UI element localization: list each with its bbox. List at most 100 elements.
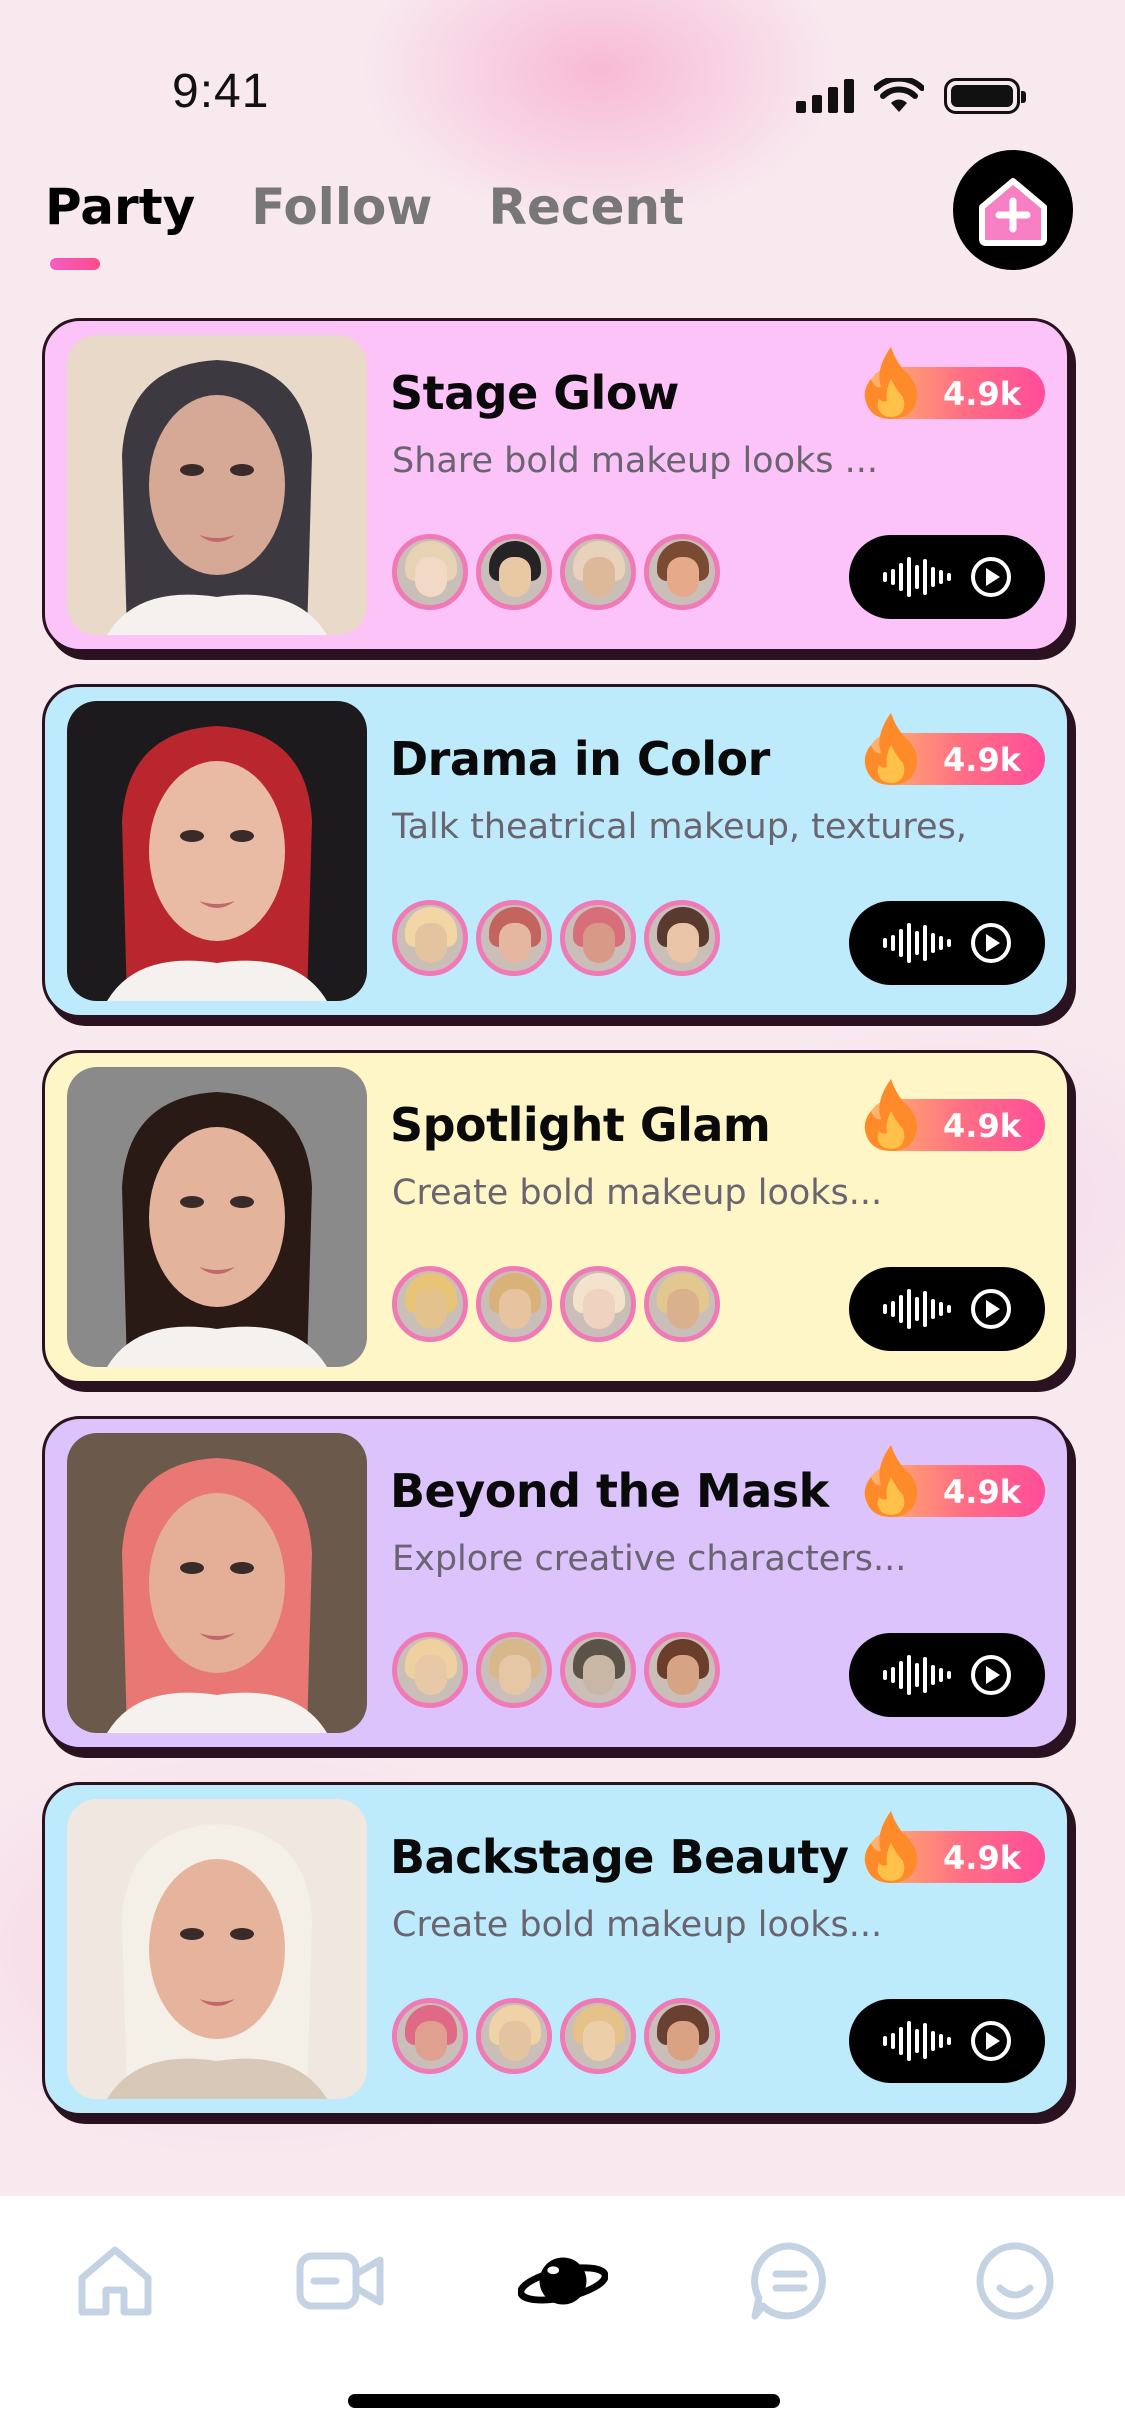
play-icon xyxy=(971,923,1011,963)
status-time: 9:41 xyxy=(172,65,270,118)
listener-count-badge: 4.9k xyxy=(864,1445,1045,1517)
listener-count-badge: 4.9k xyxy=(864,1079,1045,1151)
status-icons xyxy=(796,78,1026,114)
room-cover-photo xyxy=(67,1067,367,1367)
play-icon xyxy=(971,557,1011,597)
listener-count-badge: 4.9k xyxy=(864,347,1045,419)
room-members xyxy=(392,1632,720,1708)
member-avatar[interactable] xyxy=(560,1632,636,1708)
room-cover-photo xyxy=(67,1799,367,2099)
tab-party[interactable]: Party xyxy=(45,178,195,236)
member-avatar[interactable] xyxy=(476,534,552,610)
video-camera-icon xyxy=(296,2252,384,2310)
fire-icon xyxy=(864,1079,917,1151)
tab-profile[interactable] xyxy=(970,2236,1060,2326)
member-avatar[interactable] xyxy=(476,1266,552,1342)
room-card[interactable]: Backstage Beauty Create bold makeup look… xyxy=(42,1782,1070,2116)
listener-count: 4.9k xyxy=(943,1107,1021,1145)
member-avatar[interactable] xyxy=(392,1998,468,2074)
room-card[interactable]: Drama in Color Talk theatrical makeup, t… xyxy=(42,684,1070,1018)
listener-count: 4.9k xyxy=(943,1473,1021,1511)
listen-button[interactable] xyxy=(849,1267,1045,1351)
room-title: Stage Glow xyxy=(390,366,679,420)
room-cover-photo xyxy=(67,335,367,635)
audio-wave-icon xyxy=(883,923,951,963)
room-cover-photo xyxy=(67,701,367,1001)
fire-icon xyxy=(864,1811,917,1883)
room-members xyxy=(392,1266,720,1342)
member-avatar[interactable] xyxy=(476,900,552,976)
room-description: Create bold makeup looks... xyxy=(392,1173,883,1213)
room-description: Create bold makeup looks... xyxy=(392,1905,883,1945)
play-icon xyxy=(971,1655,1011,1695)
play-icon xyxy=(971,1289,1011,1329)
room-title: Beyond the Mask xyxy=(390,1464,829,1518)
room-title: Spotlight Glam xyxy=(390,1098,771,1152)
room-description: Share bold makeup looks ... xyxy=(392,441,879,481)
listener-count: 4.9k xyxy=(943,375,1021,413)
cellular-signal-icon xyxy=(796,79,854,113)
member-avatar[interactable] xyxy=(644,1266,720,1342)
status-bar: 9:41 xyxy=(0,0,1125,150)
listen-button[interactable] xyxy=(849,901,1045,985)
fire-icon xyxy=(864,347,917,419)
play-icon xyxy=(971,2021,1011,2061)
member-avatar[interactable] xyxy=(476,1998,552,2074)
fire-icon xyxy=(864,713,917,785)
member-avatar[interactable] xyxy=(644,900,720,976)
wifi-icon xyxy=(874,78,924,112)
room-members xyxy=(392,900,720,976)
home-plus-icon xyxy=(979,178,1047,246)
room-title: Backstage Beauty xyxy=(390,1830,849,1884)
audio-wave-icon xyxy=(883,1289,951,1329)
tab-follow[interactable]: Follow xyxy=(251,178,432,236)
member-avatar[interactable] xyxy=(560,1998,636,2074)
smiley-icon xyxy=(976,2242,1054,2320)
feed-tabs: Party Follow Recent xyxy=(45,178,684,236)
room-members xyxy=(392,1998,720,2074)
tab-home[interactable] xyxy=(70,2236,160,2326)
listener-count: 4.9k xyxy=(943,741,1021,779)
room-description: Talk theatrical makeup, textures, xyxy=(392,807,967,847)
member-avatar[interactable] xyxy=(392,1266,468,1342)
room-description: Explore creative characters... xyxy=(392,1539,907,1579)
chat-icon xyxy=(751,2242,826,2320)
member-avatar[interactable] xyxy=(392,900,468,976)
audio-wave-icon xyxy=(883,1655,951,1695)
member-avatar[interactable] xyxy=(476,1632,552,1708)
planet-icon xyxy=(518,2257,608,2305)
member-avatar[interactable] xyxy=(644,1632,720,1708)
home-indicator xyxy=(348,2394,780,2408)
tab-planet[interactable] xyxy=(518,2236,608,2326)
listener-count: 4.9k xyxy=(943,1839,1021,1877)
room-title: Drama in Color xyxy=(390,732,770,786)
member-avatar[interactable] xyxy=(560,1266,636,1342)
member-avatar[interactable] xyxy=(392,534,468,610)
room-cover-photo xyxy=(67,1433,367,1733)
battery-icon xyxy=(944,78,1026,114)
tab-chat[interactable] xyxy=(745,2236,835,2326)
room-card[interactable]: Spotlight Glam Create bold makeup looks.… xyxy=(42,1050,1070,1384)
tab-recent[interactable]: Recent xyxy=(489,178,684,236)
member-avatar[interactable] xyxy=(644,1998,720,2074)
listener-count-badge: 4.9k xyxy=(864,1811,1045,1883)
room-list: Stage Glow Share bold makeup looks ... 4… xyxy=(42,318,1072,2148)
audio-wave-icon xyxy=(883,557,951,597)
listen-button[interactable] xyxy=(849,1633,1045,1717)
home-icon xyxy=(78,2246,152,2316)
audio-wave-icon xyxy=(883,2021,951,2061)
room-members xyxy=(392,534,720,610)
tab-video[interactable] xyxy=(295,2236,385,2326)
member-avatar[interactable] xyxy=(644,534,720,610)
room-card[interactable]: Stage Glow Share bold makeup looks ... 4… xyxy=(42,318,1070,652)
listener-count-badge: 4.9k xyxy=(864,713,1045,785)
fire-icon xyxy=(864,1445,917,1517)
member-avatar[interactable] xyxy=(560,534,636,610)
active-tab-indicator xyxy=(50,258,100,270)
listen-button[interactable] xyxy=(849,535,1045,619)
member-avatar[interactable] xyxy=(560,900,636,976)
listen-button[interactable] xyxy=(849,1999,1045,2083)
room-card[interactable]: Beyond the Mask Explore creative charact… xyxy=(42,1416,1070,1750)
member-avatar[interactable] xyxy=(392,1632,468,1708)
create-room-button[interactable] xyxy=(953,150,1073,270)
